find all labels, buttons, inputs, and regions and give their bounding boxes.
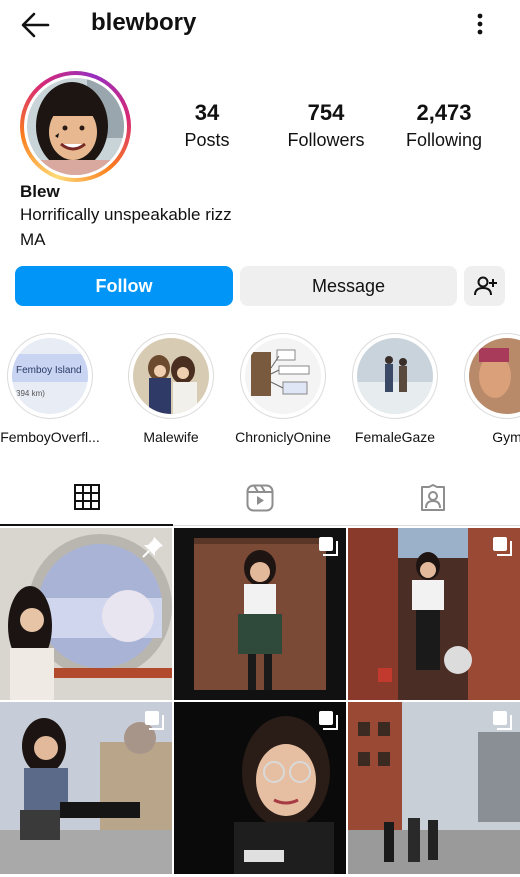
highlight-malewife[interactable]: Malewife (126, 333, 216, 445)
stat-posts: 34 Posts (176, 100, 238, 151)
back-arrow-icon[interactable] (20, 11, 50, 39)
add-user-icon (473, 276, 497, 296)
following-count: 2,473 (416, 100, 472, 125)
top-bar: blewbory (0, 0, 520, 50)
suggest-people-button[interactable] (464, 266, 505, 306)
highlight-label: FemboyOverfl... (0, 429, 100, 445)
profile-tabs (0, 470, 520, 526)
multiple-posts-icon (493, 711, 512, 730)
highlight-cover (245, 338, 321, 414)
post-thumbnail[interactable] (174, 702, 346, 874)
avatar-story-ring[interactable] (20, 71, 131, 182)
post-thumbnail[interactable] (0, 528, 172, 700)
highlight-cover (469, 338, 520, 414)
post-thumbnail[interactable] (174, 528, 346, 700)
stat-following[interactable]: 2,473 Following (401, 100, 487, 151)
multiple-posts-icon (493, 537, 512, 556)
multiple-posts-icon (319, 537, 338, 556)
avatar (27, 78, 124, 175)
profile-name: Blew (20, 182, 60, 201)
highlight-cover-title: Femboy Island (16, 365, 82, 376)
highlight-label: ChroniclyOnine (235, 429, 331, 445)
highlight-cover-subtext: 394 km) (16, 389, 45, 398)
pin-icon (142, 537, 163, 558)
followers-count: 754 (307, 100, 345, 125)
highlight-label: Malewife (143, 429, 199, 445)
message-button[interactable]: Message (240, 266, 457, 306)
highlight-cover (357, 338, 433, 414)
posts-label: Posts (184, 130, 230, 150)
multiple-posts-icon (145, 711, 164, 730)
post-thumbnail[interactable] (348, 528, 520, 700)
posts-count: 34 (194, 100, 220, 125)
grid-icon (73, 484, 100, 510)
post-thumbnail[interactable] (348, 702, 520, 874)
reels-icon (246, 484, 273, 512)
tagged-icon (420, 484, 445, 511)
more-options-icon[interactable] (468, 10, 492, 38)
profile-username: blewbory (91, 9, 197, 36)
stat-followers[interactable]: 754 Followers (282, 100, 370, 151)
highlight-cover (133, 338, 209, 414)
followers-label: Followers (287, 130, 365, 150)
highlight-label: Gym (492, 429, 520, 445)
highlight-femalegaze[interactable]: FemaleGaze (350, 333, 440, 445)
follow-button[interactable]: Follow (15, 266, 233, 306)
highlight-label: FemaleGaze (354, 429, 436, 445)
profile-location: MA (20, 230, 46, 249)
post-thumbnail[interactable] (0, 702, 172, 874)
tab-posts-grid[interactable] (0, 470, 173, 526)
tab-reels[interactable] (173, 470, 346, 526)
highlight-gym[interactable]: Gym (462, 333, 520, 445)
highlight-femboyoverflow[interactable]: Femboy Island 394 km) FemboyOverfl... (0, 333, 100, 445)
highlight-chroniclyonine[interactable]: ChroniclyOnine (235, 333, 331, 445)
multiple-posts-icon (319, 711, 338, 730)
profile-bio: Horrifically unspeakable rizz (20, 205, 232, 224)
highlight-cover: Femboy Island 394 km) (12, 338, 88, 414)
tab-tagged[interactable] (346, 470, 519, 526)
following-label: Following (405, 130, 483, 150)
